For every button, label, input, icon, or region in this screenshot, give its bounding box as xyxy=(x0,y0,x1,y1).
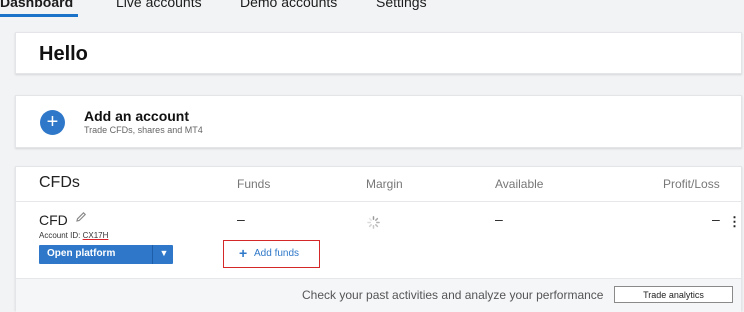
column-funds: Funds xyxy=(237,177,271,191)
top-nav: Dashboard Live accounts Demo accounts Se… xyxy=(0,0,744,22)
plus-icon: + xyxy=(239,245,248,261)
tab-settings[interactable]: Settings xyxy=(376,0,427,10)
table-row: CFD Account ID: CX17H Open platform ▼ – xyxy=(16,202,741,278)
hello-card: Hello xyxy=(15,32,742,74)
plus-icon[interactable]: + xyxy=(40,110,65,135)
profit-loss-value: – xyxy=(712,211,720,227)
page-title: Hello xyxy=(39,43,88,65)
pencil-icon[interactable] xyxy=(75,211,87,223)
active-tab-indicator xyxy=(0,14,78,17)
loading-spinner-icon xyxy=(367,216,380,229)
add-account-subtitle: Trade CFDs, shares and MT4 xyxy=(84,125,203,135)
tab-live-accounts[interactable]: Live accounts xyxy=(116,0,202,10)
column-margin: Margin xyxy=(366,177,403,191)
open-platform-button[interactable]: Open platform ▼ xyxy=(39,245,173,264)
tab-dashboard[interactable]: Dashboard xyxy=(0,0,73,10)
account-id-label: Account ID: xyxy=(39,231,81,240)
more-options-icon[interactable]: ⋮ xyxy=(728,214,741,230)
cfd-accounts-card: CFDs Funds Margin Available Profit/Loss … xyxy=(15,166,742,312)
button-divider xyxy=(152,245,153,264)
account-id: Account ID: CX17H xyxy=(39,231,108,240)
trade-analytics-button[interactable]: Trade analytics xyxy=(614,286,733,303)
column-profit-loss: Profit/Loss xyxy=(663,177,720,191)
column-available: Available xyxy=(495,177,544,191)
tab-demo-accounts[interactable]: Demo accounts xyxy=(240,0,337,10)
add-funds-label: Add funds xyxy=(254,248,300,259)
analytics-footer: Check your past activities and analyze y… xyxy=(16,278,741,312)
cfd-section-title: CFDs xyxy=(39,174,80,191)
available-value: – xyxy=(495,211,503,227)
add-funds-button[interactable]: + Add funds xyxy=(223,240,320,268)
open-platform-label: Open platform xyxy=(47,248,116,259)
add-account-card[interactable]: + Add an account Trade CFDs, shares and … xyxy=(15,95,742,148)
account-name: CFD xyxy=(39,212,68,228)
account-id-value: CX17H xyxy=(82,231,109,240)
add-account-title[interactable]: Add an account xyxy=(84,108,189,124)
cfd-table-header: CFDs Funds Margin Available Profit/Loss xyxy=(16,167,741,202)
chevron-down-icon[interactable]: ▼ xyxy=(155,248,173,258)
analytics-prompt: Check your past activities and analyze y… xyxy=(302,288,604,302)
funds-value: – xyxy=(237,211,245,227)
